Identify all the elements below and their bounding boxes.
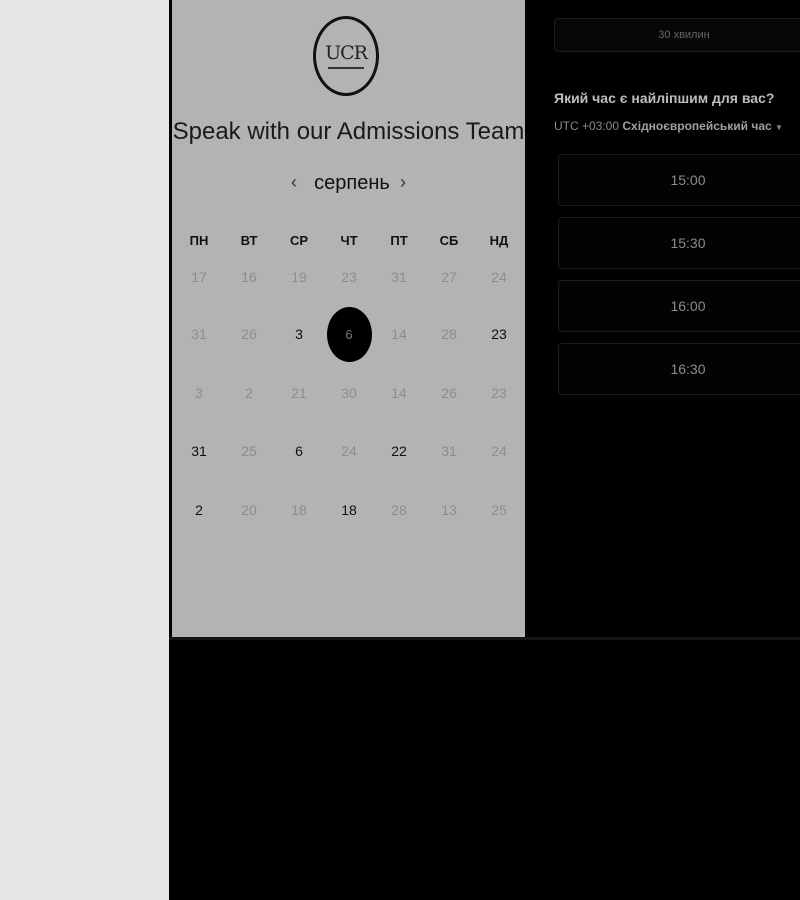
month-navigation: ‹ серпень ›: [172, 168, 525, 200]
duration-button[interactable]: 30 хвилин: [554, 18, 800, 52]
day-cell-available[interactable]: 22: [374, 422, 424, 481]
day-cell-unavailable: 27: [441, 269, 457, 285]
day-cell-unavailable: 13: [441, 502, 457, 519]
day-cell-available[interactable]: 23: [474, 305, 524, 364]
calendar-week-row: 31 26 3 6 14 28 23: [174, 305, 524, 364]
day-cell-unavailable: 30: [341, 384, 357, 401]
day-cell-unavailable: 14: [391, 326, 407, 343]
day-cell-unavailable: 21: [291, 384, 307, 401]
day-cell-unavailable: 19: [291, 269, 307, 285]
timezone-selector[interactable]: UTC +03:00 Східноєвропейський час ▼: [554, 119, 783, 133]
calendar-day-grid: 31 26 3 6 14 28 23 3 2 21 30 14 26 23 31 25 6 24 22 31 24 2 20…: [174, 305, 524, 539]
day-cell-unavailable: 26: [441, 384, 457, 401]
day-cell-unavailable: 3: [195, 384, 203, 401]
logo-text: UCR: [325, 41, 368, 64]
weekday-label: ПТ: [390, 233, 408, 248]
day-cell-available[interactable]: 6: [274, 422, 324, 481]
day-cell-available[interactable]: 2: [174, 481, 224, 540]
time-slot[interactable]: 15:00: [558, 154, 800, 206]
selected-day-number: 6: [326, 306, 372, 362]
weekday-label: СБ: [439, 233, 459, 248]
day-cell-unavailable: 14: [391, 384, 407, 401]
day-cell-unavailable: 2: [245, 384, 253, 401]
day-cell-available[interactable]: 31: [174, 422, 224, 481]
calendar-first-row: 17 16 19 23 31 27 24: [174, 268, 524, 286]
day-cell-unavailable: 24: [341, 443, 357, 460]
weekday-label: ВТ: [240, 233, 258, 248]
day-cell-unavailable: 28: [391, 502, 407, 519]
day-cell-unavailable: 23: [491, 384, 507, 401]
weekday-header: ПН ВТ СР ЧТ ПТ СБ НД: [174, 233, 524, 248]
day-cell-unavailable: 28: [441, 326, 457, 343]
day-cell-unavailable: 31: [441, 443, 457, 460]
day-cell-available[interactable]: 3: [274, 305, 324, 364]
logo-underline: [328, 66, 364, 69]
time-slot[interactable]: 16:00: [558, 280, 800, 332]
ucr-logo: UCR: [313, 16, 379, 96]
day-cell-unavailable: 23: [341, 269, 357, 285]
calendar-week-row: 2 20 18 18 28 13 25: [174, 481, 524, 540]
day-cell-unavailable: 17: [191, 269, 207, 285]
calendar-week-row: 31 25 6 24 22 31 24: [174, 422, 524, 481]
month-label: серпень: [314, 172, 390, 194]
day-cell-unavailable: 25: [241, 443, 257, 460]
prev-month-icon[interactable]: ‹: [284, 172, 304, 193]
calendar-panel: UCR Speak with our Admissions Team ‹ сер…: [172, 0, 525, 637]
day-cell-unavailable: 31: [391, 269, 407, 285]
widget-divider: [169, 637, 800, 640]
weekday-label: ЧТ: [340, 233, 358, 248]
chevron-down-icon[interactable]: ▼: [775, 123, 783, 132]
weekday-label: НД: [489, 233, 509, 248]
left-gutter: [0, 0, 169, 900]
time-slot[interactable]: 15:30: [558, 217, 800, 269]
day-cell-unavailable: 20: [241, 502, 257, 519]
timezone-name: Східноєвропейський час: [622, 119, 772, 133]
day-cell-unavailable: 26: [241, 326, 257, 343]
weekday-label: ПН: [189, 233, 209, 248]
day-cell-unavailable: 25: [491, 502, 507, 519]
day-cell-unavailable: 31: [191, 326, 207, 343]
day-cell-available[interactable]: 18: [324, 481, 374, 540]
weekday-label: СР: [289, 233, 309, 248]
timezone-offset: UTC +03:00: [554, 119, 620, 133]
time-slot[interactable]: 16:30: [558, 343, 800, 395]
day-cell-unavailable: 18: [291, 502, 307, 519]
time-question: Який час є найліпшим для вас?: [554, 90, 775, 106]
next-month-icon[interactable]: ›: [393, 172, 413, 193]
calendar-week-row: 3 2 21 30 14 26 23: [174, 364, 524, 423]
panel-title: Speak with our Admissions Team: [172, 118, 525, 145]
day-cell-unavailable: 24: [491, 269, 507, 285]
day-cell-unavailable: 24: [491, 443, 507, 460]
day-cell-unavailable: 16: [241, 269, 257, 285]
day-cell-selected[interactable]: 6: [324, 305, 374, 364]
